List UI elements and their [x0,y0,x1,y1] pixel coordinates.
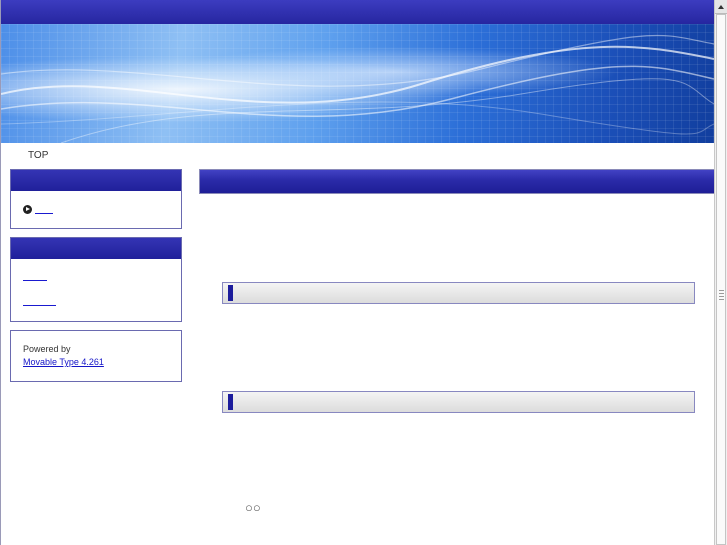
powered-by-box: Powered by Movable Type 4.261 [10,330,182,382]
breadcrumb: TOP [28,150,48,161]
scrollbar-thumb[interactable] [716,14,726,545]
section-bar-2-accent [228,394,233,410]
section-bar-2 [222,391,695,413]
circle-arrow-icon [23,205,32,214]
sidebar-box-1-header [11,170,181,191]
breadcrumb-top-link[interactable]: TOP [28,150,48,161]
sidebar-box-1-link-text[interactable] [35,205,53,214]
vertical-scrollbar[interactable] [714,0,727,545]
scrollbar-grip-icon [719,290,724,302]
sidebar-box-2-link-1[interactable] [23,271,47,281]
banner-waves [1,34,714,143]
footer-mark: ○○ [245,500,261,515]
page: TOP Powered by Movable Type 4.261 ○○ [0,0,715,545]
powered-by-text: Powered by Movable Type 4.261 [23,343,104,369]
section-bar-1 [222,282,695,304]
sidebar-box-1 [10,169,182,229]
sidebar-box-1-link[interactable] [23,205,53,214]
top-nav-bar [1,0,714,25]
movable-type-link[interactable]: Movable Type 4.261 [23,357,104,367]
section-bar-1-accent [228,285,233,301]
sidebar-box-2 [10,237,182,322]
header-banner [1,24,714,143]
powered-by-label: Powered by [23,344,71,354]
scroll-up-arrow-icon[interactable] [715,0,727,14]
sidebar-box-2-link-2[interactable] [23,296,56,306]
sidebar-box-2-header [11,238,181,259]
main-content-header [199,169,715,194]
